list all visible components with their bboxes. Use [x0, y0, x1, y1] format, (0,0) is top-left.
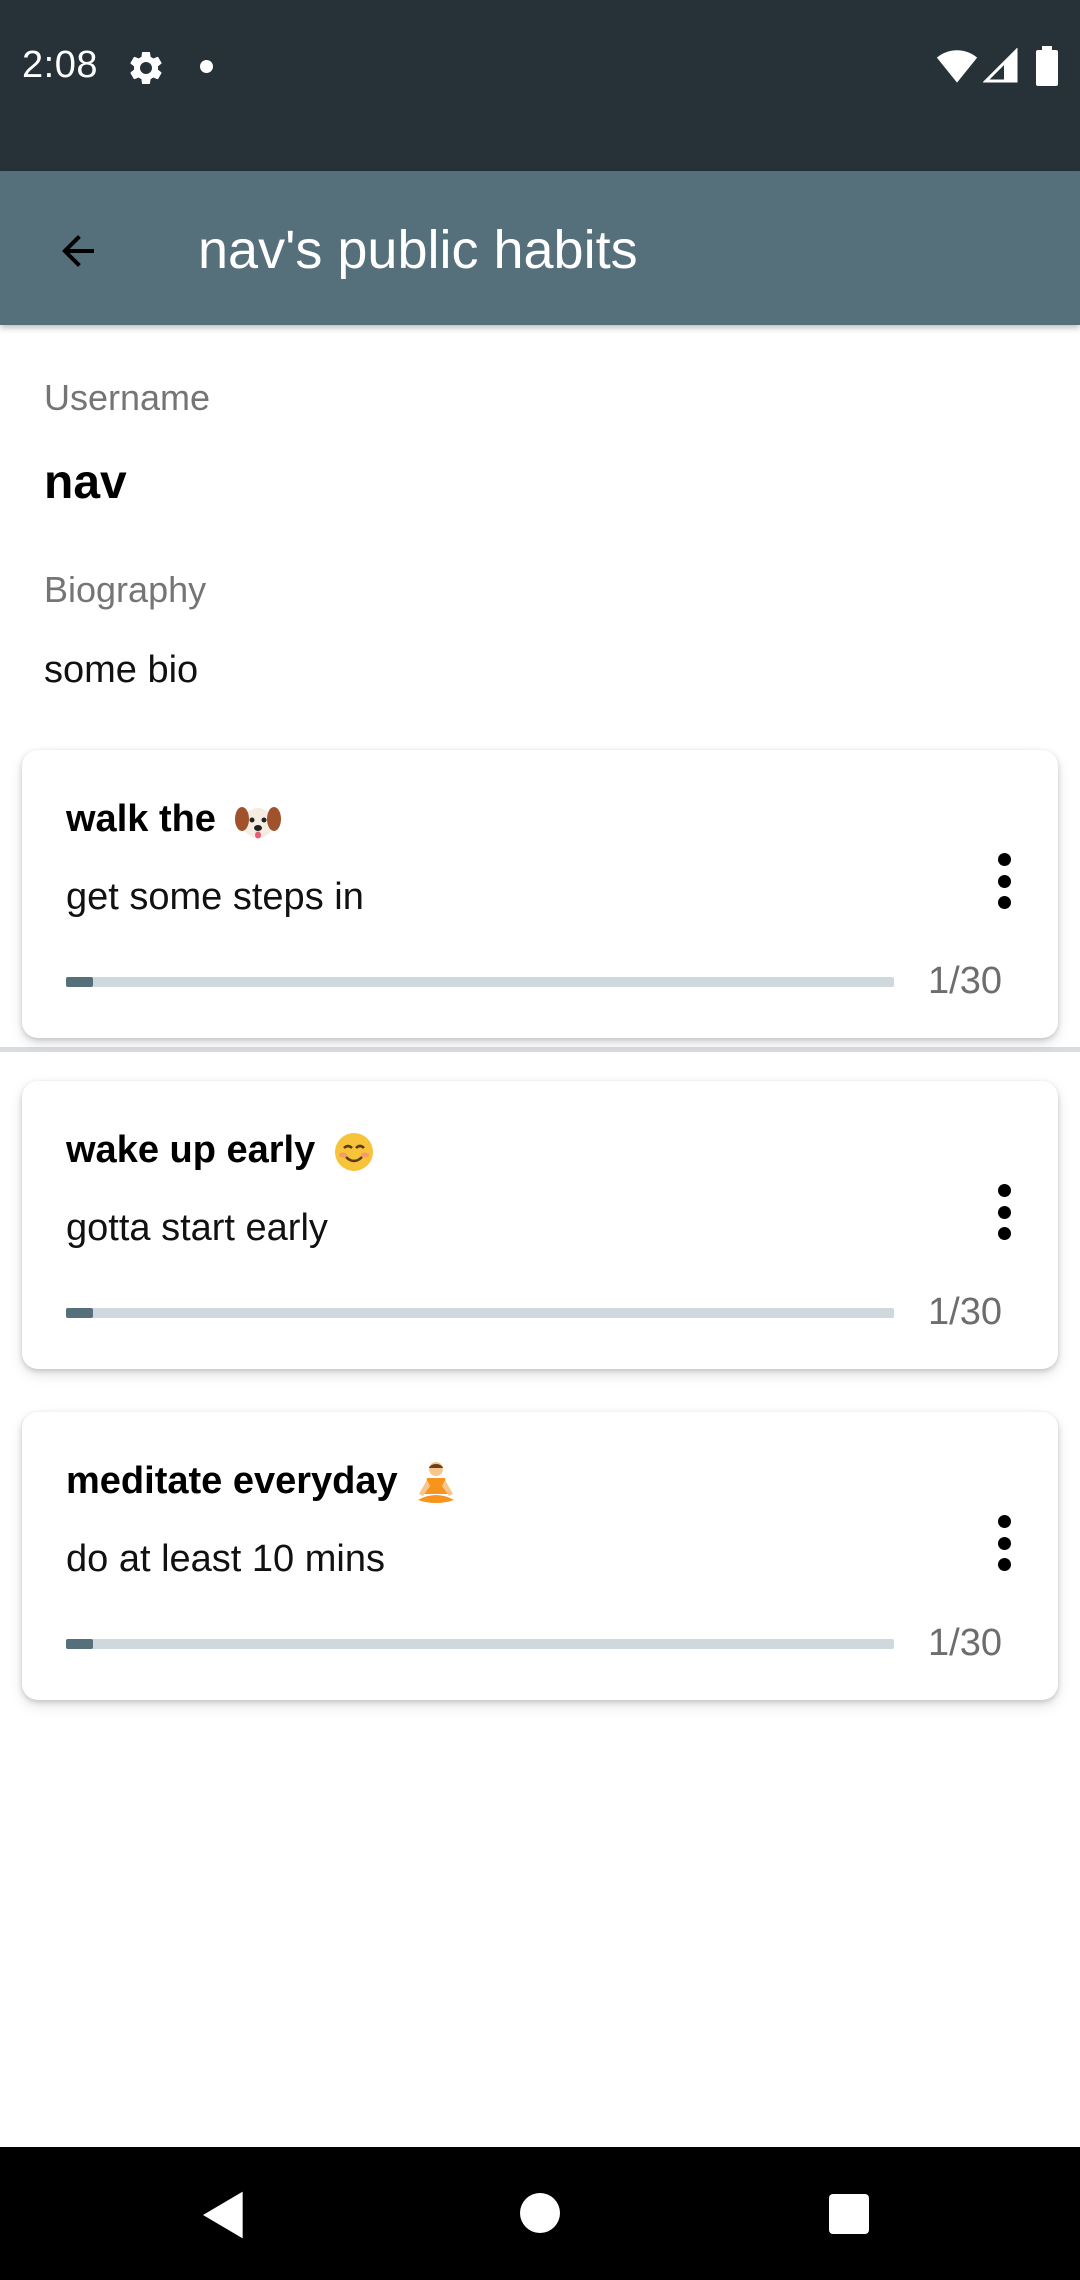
progress-fill	[66, 1308, 94, 1318]
status-time: 2:08	[22, 44, 98, 86]
progress-count: 1/30	[928, 960, 1002, 1002]
more-vert-icon	[997, 1536, 1011, 1550]
more-vert-icon	[997, 1205, 1011, 1219]
progress-bar	[66, 977, 894, 987]
section-divider	[0, 1047, 1080, 1052]
habit-title: wake up early	[66, 1129, 376, 1174]
username-label: Username	[44, 377, 211, 418]
progress-fill	[66, 977, 94, 987]
more-vert-icon	[997, 1227, 1011, 1240]
habit-card[interactable]: wake up early gotta start early 1/30	[22, 1081, 1058, 1369]
more-vert-icon	[997, 1515, 1011, 1528]
biography-value: some bio	[44, 649, 199, 691]
nav-home-icon[interactable]	[520, 2193, 560, 2233]
page-title: nav's public habits	[198, 220, 638, 280]
smiling-face-icon	[334, 1132, 373, 1171]
cellular-signal-icon	[983, 48, 1018, 83]
profile-section: Username nav Biography some bio	[0, 325, 1080, 1052]
habit-title-text: meditate everyday	[66, 1460, 398, 1503]
habit-title-text: wake up early	[66, 1129, 316, 1171]
back-button[interactable]	[38, 211, 118, 291]
battery-icon	[1036, 46, 1058, 86]
more-options-button[interactable]	[976, 1176, 1032, 1248]
habit-card[interactable]: walk the get some steps in 1/30	[22, 750, 1058, 1038]
more-vert-icon	[997, 1184, 1011, 1197]
more-vert-icon	[997, 896, 1011, 909]
username-value: nav	[44, 456, 127, 509]
habit-description: do at least 10 mins	[66, 1538, 385, 1580]
nav-back-icon[interactable]	[196, 2187, 252, 2243]
status-bar: 2:08	[0, 0, 1080, 171]
more-options-button[interactable]	[976, 1507, 1032, 1579]
habit-description: gotta start early	[66, 1207, 328, 1249]
habit-description: get some steps in	[66, 876, 364, 918]
habit-title: walk the	[66, 798, 283, 843]
more-vert-icon	[997, 853, 1011, 866]
progress-count: 1/30	[928, 1622, 1002, 1664]
progress-count: 1/30	[928, 1291, 1002, 1333]
person-meditating-icon	[418, 1462, 455, 1503]
habit-card[interactable]: meditate everyday do at least 10 mins 1/…	[22, 1412, 1058, 1700]
settings-icon	[130, 51, 162, 84]
more-vert-icon	[997, 874, 1011, 888]
habit-title-text: walk the	[66, 798, 216, 840]
nav-recents-icon[interactable]	[829, 2194, 869, 2234]
more-options-button[interactable]	[976, 845, 1032, 917]
progress-bar	[66, 1639, 894, 1649]
screen: 2:08 nav's public habits Username nav Bi…	[0, 0, 1080, 2280]
progress-fill	[66, 1639, 94, 1649]
biography-label: Biography	[44, 569, 207, 610]
wifi-icon	[936, 50, 978, 83]
system-nav-bar	[0, 2147, 1080, 2280]
app-bar: nav's public habits	[0, 171, 1080, 325]
arrow-back-icon	[62, 235, 94, 267]
more-vert-icon	[997, 1558, 1011, 1571]
habit-title: meditate everyday	[66, 1460, 458, 1506]
dog-face-icon	[234, 806, 281, 839]
notification-dot-icon	[200, 60, 213, 73]
progress-bar	[66, 1308, 894, 1318]
